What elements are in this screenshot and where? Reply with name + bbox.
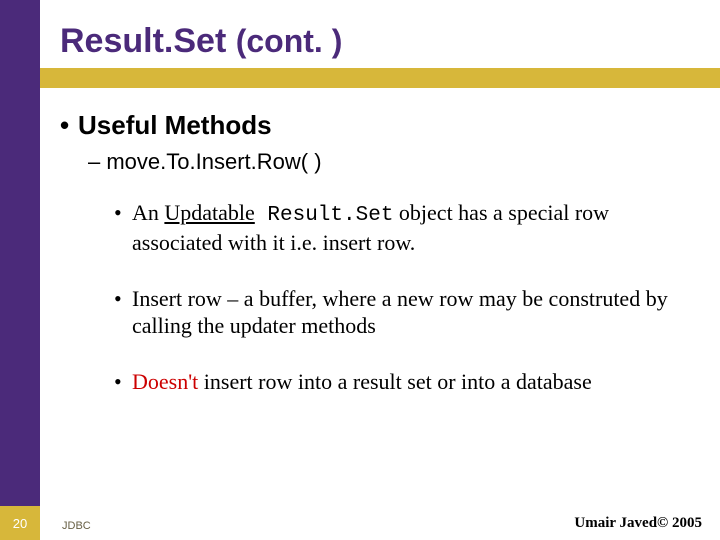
footer-right: Umair Javed© 2005 [574,515,702,532]
slide-title: Result.Set (cont. ) [60,22,342,61]
text-pre: An [132,200,164,225]
footer-left: JDBC [62,520,91,532]
list-item: An Updatable Result.Set object has a spe… [114,199,700,257]
title-sub: (cont. ) [236,23,343,59]
sidebar-stripe-over [0,0,40,540]
heading-text: Useful Methods [78,110,272,140]
method-name: move.To.Insert.Row( ) [106,149,321,174]
footer: 20 JDBC Umair Javed© 2005 [0,506,720,540]
text: Insert row – a buffer, where a new row m… [132,286,668,339]
page-number: 20 [0,506,40,540]
title-main: Result.Set [60,22,226,60]
page-number-text: 20 [13,516,27,531]
bullet-dot: • [60,110,78,141]
list-item: Insert row – a buffer, where a new row m… [114,285,700,340]
text-post: insert row into a result set or into a d… [198,369,591,394]
text-mono: Result.Set [255,204,394,227]
subheading-method: – move.To.Insert.Row( ) [88,149,700,175]
text-underline: Updatable [164,200,254,225]
body-list: An Updatable Result.Set object has a spe… [114,199,700,395]
title-underline-band [0,68,720,88]
heading-useful-methods: •Useful Methods [60,110,700,141]
list-item: Doesn't insert row into a result set or … [114,368,700,396]
dash-prefix: – [88,149,106,174]
slide-content: •Useful Methods – move.To.Insert.Row( ) … [60,110,700,423]
text-red: Doesn't [132,369,198,394]
